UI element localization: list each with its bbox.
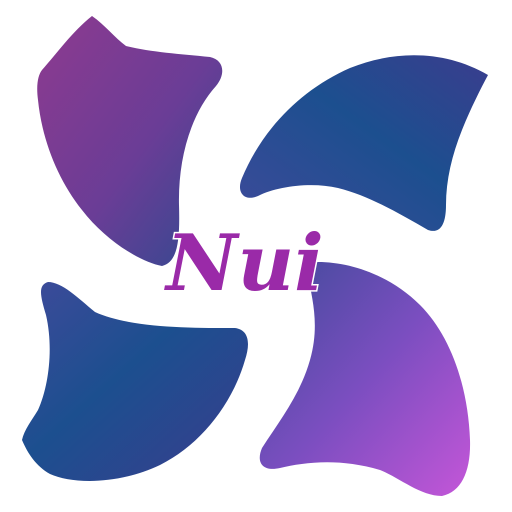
wordmark-nui: Nui xyxy=(163,218,324,309)
nui-logo: Nui xyxy=(22,16,488,496)
petal-top-right xyxy=(239,55,488,231)
petal-bottom-left xyxy=(22,282,248,481)
app-icon: Nui xyxy=(0,0,512,512)
